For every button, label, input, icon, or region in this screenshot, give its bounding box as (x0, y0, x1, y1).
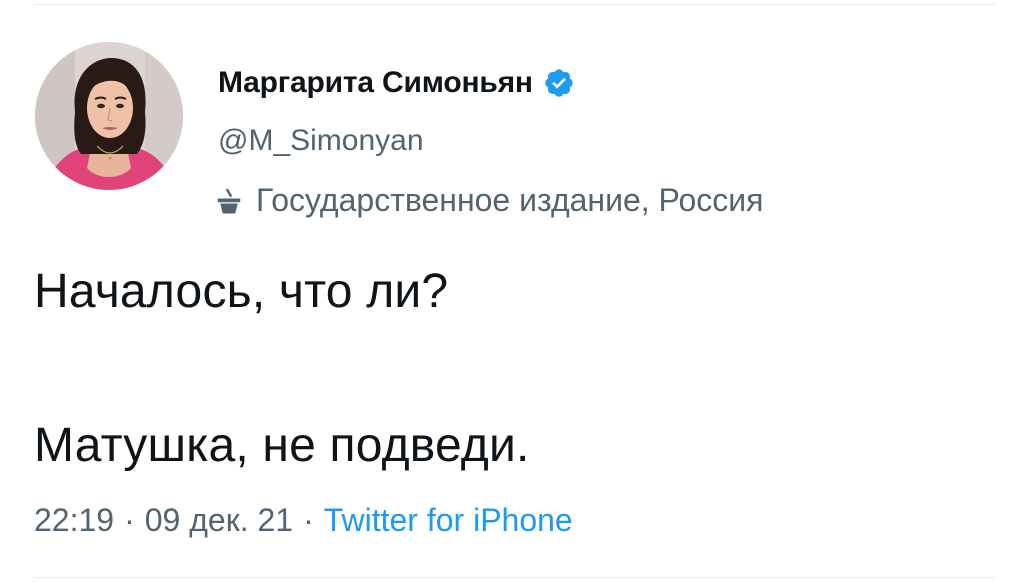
state-media-podium-icon (217, 187, 241, 213)
author-display-name[interactable]: Маргарита Симоньян (218, 66, 533, 100)
tweet-text-line-2: Матушка, не подведи. (34, 419, 530, 472)
tweet-text-line-1: Началось, что ли? (34, 265, 449, 318)
meta-separator: · (303, 502, 314, 538)
tweet-source-link[interactable]: Twitter for iPhone (324, 502, 573, 539)
meta-separator: · (124, 502, 135, 538)
avatar-image (35, 42, 183, 190)
verified-badge-icon (545, 69, 573, 97)
state-media-label[interactable]: Государственное издание, Россия (214, 182, 763, 219)
author-handle[interactable]: @M_Simonyan (218, 124, 424, 158)
author-name-row[interactable]: Маргарита Симоньян (218, 66, 575, 100)
state-media-label-text: Государственное издание, Россия (256, 182, 764, 218)
bottom-divider (34, 577, 996, 578)
tweet-meta: 22:19 · 09 дек. 21 · Twitter for iPhone (34, 502, 573, 539)
top-divider (34, 4, 996, 5)
tweet-date[interactable]: 09 дек. 21 (145, 502, 293, 539)
tweet-time[interactable]: 22:19 (34, 502, 114, 539)
avatar[interactable] (35, 42, 183, 190)
